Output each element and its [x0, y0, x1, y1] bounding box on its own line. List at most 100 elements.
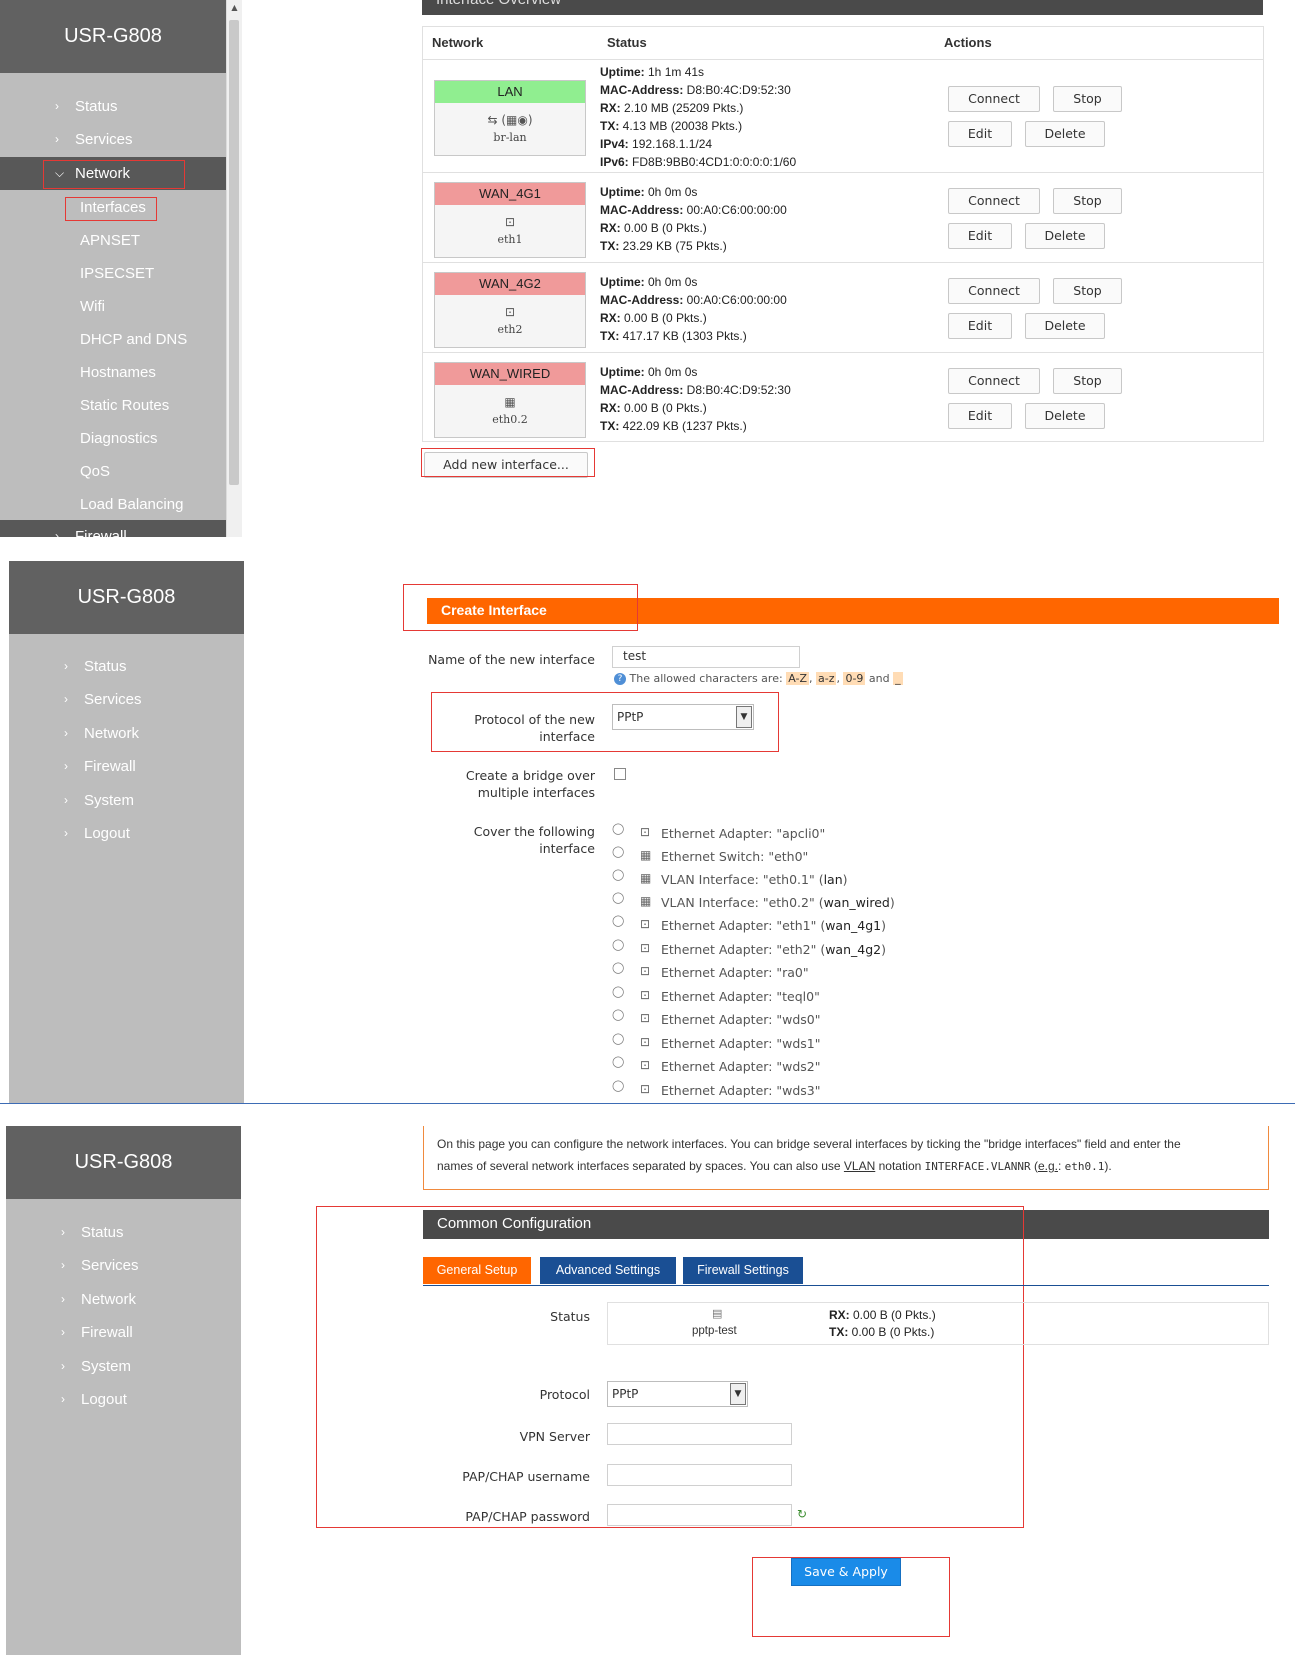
ethernet-adapter-icon: ⊡ — [640, 1058, 651, 1072]
ethernet-adapter-icon: ⊡ — [640, 825, 651, 839]
stop-button-wan-4g1[interactable]: Stop — [1053, 188, 1122, 214]
vlan-icon: ▦ — [640, 871, 652, 885]
interface-badge-wan-4g1: WAN_4G1 ⊡ eth1 — [434, 182, 586, 258]
bridge-icon: ⇆ (▦◉) — [487, 113, 533, 127]
edit-button-lan[interactable]: Edit — [948, 121, 1012, 147]
edit-button-wan-wired[interactable]: Edit — [948, 403, 1012, 429]
stop-button-lan[interactable]: Stop — [1053, 86, 1122, 112]
nav-logout[interactable]: › Logout — [6, 1383, 241, 1416]
nav-system[interactable]: › System — [9, 784, 244, 817]
connect-button-wan-wired[interactable]: Connect — [948, 368, 1040, 394]
subnav-interfaces[interactable]: Interfaces — [0, 191, 226, 224]
subnav-hostnames[interactable]: Hostnames — [0, 356, 226, 389]
interface-name-input[interactable]: test — [612, 646, 800, 668]
radio-icon: ◯ — [612, 985, 625, 998]
bridge-checkbox[interactable] — [614, 768, 626, 780]
delete-button-lan[interactable]: Delete — [1025, 121, 1105, 147]
nav-network[interactable]: ⌵ Network — [0, 157, 226, 190]
subnav-diagnostics[interactable]: Diagnostics — [0, 422, 226, 455]
ethernet-adapter-icon: ⊡ — [640, 964, 651, 978]
delete-button-wan-4g1[interactable]: Delete — [1025, 223, 1105, 249]
chevron-down-icon: ⌵ — [55, 166, 65, 180]
status-label: Status — [550, 1309, 590, 1324]
vpn-server-label: VPN Server — [519, 1429, 590, 1444]
nav-services[interactable]: › Services — [6, 1249, 241, 1282]
chevron-right-icon: › — [61, 1392, 65, 1406]
nav-services[interactable]: › Services — [9, 683, 244, 716]
nav-network[interactable]: › Network — [6, 1283, 241, 1316]
connect-button-lan[interactable]: Connect — [948, 86, 1040, 112]
dropdown-arrow-icon: ▼ — [736, 706, 752, 728]
cover-label: Cover the following interface — [473, 824, 595, 856]
subnav-ipsecset[interactable]: IPSECSET — [0, 257, 226, 290]
tab-firewall-settings[interactable]: Firewall Settings — [683, 1257, 803, 1284]
ethernet-adapter-icon: ⊡ — [640, 941, 651, 955]
interface-badge-wan-4g2: WAN_4G2 ⊡ eth2 — [434, 272, 586, 348]
col-actions: Actions — [944, 35, 992, 50]
sidebar-scrollbar[interactable]: ▲ — [226, 0, 242, 537]
scroll-up-arrow-icon[interactable]: ▲ — [227, 0, 242, 15]
radio-icon: ◯ — [612, 914, 625, 927]
status-lan: Uptime: 1h 1m 41s MAC-Address: D8:B0:4C:… — [600, 65, 797, 169]
vpn-server-input[interactable] — [607, 1423, 792, 1445]
password-label: PAP/CHAP password — [465, 1509, 590, 1524]
bridge-label: Create a bridge over multiple interfaces — [465, 768, 595, 800]
col-network: Network — [432, 35, 484, 50]
username-input[interactable] — [607, 1464, 792, 1486]
radio-icon: ◯ — [612, 868, 625, 881]
ethernet-adapter-icon: ⊡ — [504, 215, 516, 229]
delete-button-wan-wired[interactable]: Delete — [1025, 403, 1105, 429]
edit-button-wan-4g2[interactable]: Edit — [948, 313, 1012, 339]
radio-icon: ◯ — [612, 845, 625, 858]
status-wan-4g2: Uptime: 0h 0m 0s MAC-Address: 00:A0:C6:0… — [600, 275, 787, 343]
add-new-interface-button[interactable]: Add new interface... — [424, 452, 588, 478]
nav-status[interactable]: › Status — [6, 1216, 241, 1249]
edit-button-wan-4g1[interactable]: Edit — [948, 223, 1012, 249]
save-apply-button[interactable]: Save & Apply — [791, 1558, 901, 1586]
reveal-password-icon[interactable]: ↻ — [797, 1507, 807, 1521]
sidebar: USR-G808 › Status › Services › Network › Fir… — [6, 1126, 241, 1655]
tab-advanced-settings[interactable]: Advanced Settings — [540, 1257, 676, 1284]
info-text: On this page you can configure the netwo… — [437, 1137, 1181, 1173]
radio-icon: ◯ — [612, 938, 625, 951]
nav-system[interactable]: › System — [6, 1350, 241, 1383]
nav-firewall[interactable]: › Firewall — [6, 1316, 241, 1349]
protocol-label: Protocol of the new interface — [474, 712, 595, 744]
nav-services[interactable]: › Services — [0, 123, 226, 156]
nav-firewall[interactable]: › Firewall — [9, 750, 244, 783]
section-header-overview: Interface Overview — [422, 0, 1263, 15]
chevron-right-icon: › — [64, 793, 68, 807]
subnav-apnset[interactable]: APNSET — [0, 224, 226, 257]
chevron-right-icon: › — [61, 1258, 65, 1272]
nav-status[interactable]: › Status — [9, 650, 244, 683]
protocol-select[interactable]: PPtP ▼ — [612, 704, 754, 730]
chevron-right-icon: › — [64, 759, 68, 773]
subnav-load-balancing[interactable]: Load Balancing — [0, 488, 226, 521]
interface-badge-lan: LAN ⇆ (▦◉) br-lan — [434, 80, 586, 156]
radio-icon: ◯ — [612, 961, 625, 974]
tab-general-setup[interactable]: General Setup — [423, 1257, 531, 1284]
chevron-right-icon: › — [61, 1325, 65, 1339]
radio-icon: ◯ — [612, 891, 625, 904]
delete-button-wan-4g2[interactable]: Delete — [1025, 313, 1105, 339]
nav-firewall-partial[interactable]: › Firewall — [0, 520, 226, 537]
subnav-wifi[interactable]: Wifi — [0, 290, 226, 323]
name-label: Name of the new interface — [428, 652, 595, 667]
stop-button-wan-4g2[interactable]: Stop — [1053, 278, 1122, 304]
subnav-qos[interactable]: QoS — [0, 455, 226, 488]
protocol-select[interactable]: PPtP ▼ — [607, 1381, 748, 1407]
subnav-static-routes[interactable]: Static Routes — [0, 389, 226, 422]
nav-status[interactable]: › Status — [0, 90, 226, 123]
connect-button-wan-4g2[interactable]: Connect — [948, 278, 1040, 304]
chevron-right-icon: › — [55, 132, 59, 146]
stop-button-wan-wired[interactable]: Stop — [1053, 368, 1122, 394]
nav-logout[interactable]: › Logout — [9, 817, 244, 850]
username-label: PAP/CHAP username — [462, 1469, 590, 1484]
create-interface-panel: USR-G808 › Status › Services › Network › Fir… — [0, 561, 1295, 1103]
password-input[interactable] — [607, 1504, 792, 1526]
connect-button-wan-4g1[interactable]: Connect — [948, 188, 1040, 214]
dropdown-arrow-icon: ▼ — [730, 1383, 746, 1405]
subnav-dhcp-dns[interactable]: DHCP and DNS — [0, 323, 226, 356]
scroll-thumb[interactable] — [229, 20, 239, 485]
nav-network[interactable]: › Network — [9, 717, 244, 750]
